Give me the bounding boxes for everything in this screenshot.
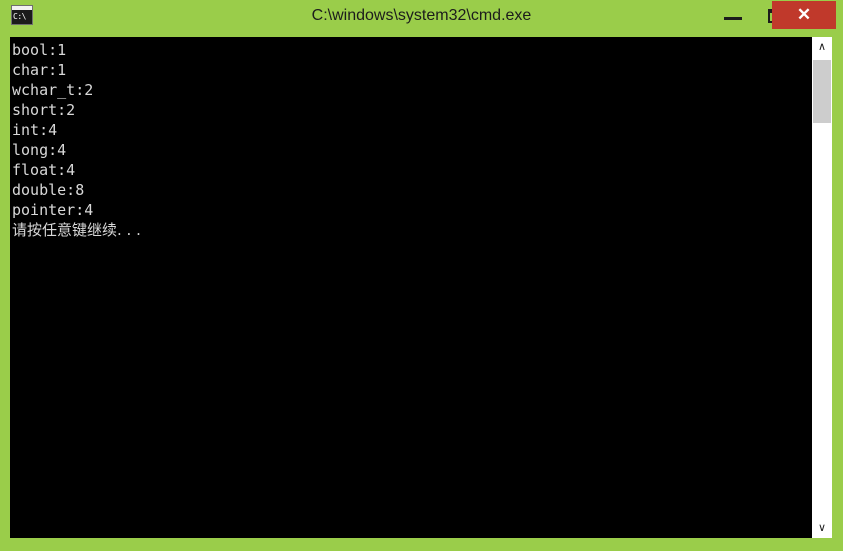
console-line: double:8 [12,181,85,199]
cmd-console-icon: C:\ [11,5,33,25]
cmd-window: C:\ C:\windows\system32\cmd.exe ✕ bool:1… [0,0,843,551]
console-output-area[interactable]: bool:1 char:1 wchar_t:2 short:2 int:4 long:4 f… [10,37,832,538]
scrollbar-down-button[interactable]: ∨ [812,518,832,538]
console-line: wchar_t:2 [12,81,94,99]
scrollbar-thumb[interactable] [813,60,831,123]
console-line: long:4 [12,141,67,159]
cmd-icon-glyph: C:\ [13,12,26,21]
scrollbar-up-button[interactable]: ∧ [812,37,832,57]
console-line: short:2 [12,101,76,119]
console-line: char:1 [12,61,67,79]
console-line: float:4 [12,161,76,179]
title-bar[interactable]: C:\ C:\windows\system32\cmd.exe ✕ [0,0,843,32]
vertical-scrollbar[interactable]: ∧ ∨ [812,37,832,538]
console-line: 请按任意键继续. . . [12,221,141,239]
chevron-up-icon: ∧ [817,40,827,53]
close-icon: ✕ [796,5,812,24]
console-line: pointer:4 [12,201,94,219]
minimize-button[interactable] [711,0,755,30]
console-line: bool:1 [12,41,67,59]
console-text: bool:1 char:1 wchar_t:2 short:2 int:4 long:4 f… [12,40,812,240]
chevron-down-icon: ∨ [817,521,827,534]
minimize-icon [724,17,742,20]
console-line: int:4 [12,121,58,139]
close-button[interactable]: ✕ [772,1,836,29]
scrollbar-track[interactable] [812,57,832,518]
